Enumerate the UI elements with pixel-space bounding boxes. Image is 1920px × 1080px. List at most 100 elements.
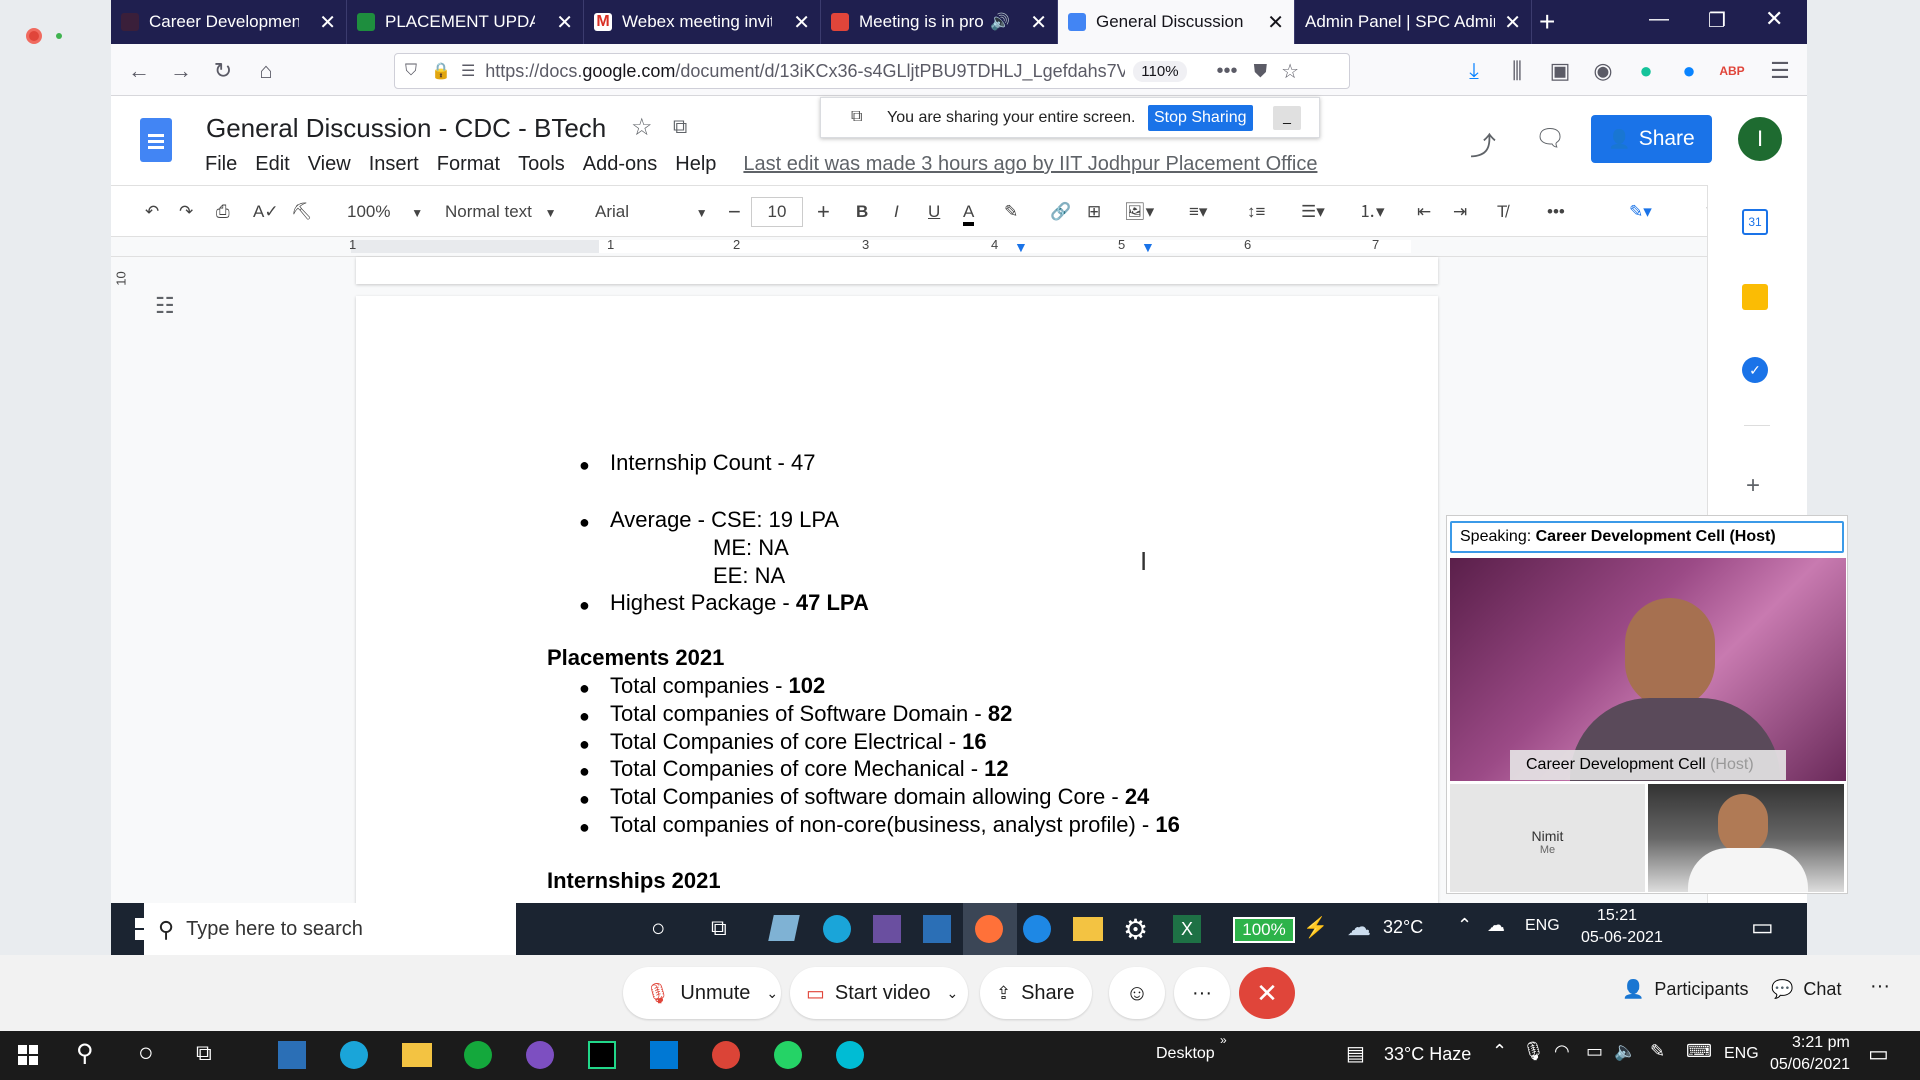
indent-marker-icon[interactable]: ▼ xyxy=(1014,239,1028,255)
host-video[interactable]: Career Development Cell (Host) xyxy=(1450,558,1846,781)
restore-button[interactable]: ❐ xyxy=(1708,8,1726,33)
news-icon[interactable]: ▤ xyxy=(1346,1041,1365,1066)
app-icon[interactable] xyxy=(768,915,800,941)
file-explorer-icon[interactable] xyxy=(402,1043,432,1067)
library-icon[interactable]: ⫼ xyxy=(1504,58,1530,84)
battery-indicator[interactable]: 100% xyxy=(1233,917,1295,943)
clock-time[interactable]: 3:21 pm xyxy=(1792,1034,1850,1052)
menu-tools[interactable]: Tools xyxy=(518,153,565,176)
downloads-icon[interactable]: ⤓ xyxy=(1461,58,1487,84)
github-icon[interactable] xyxy=(526,1041,554,1069)
document-page[interactable]: ● Internship Count - 47 ● Average - CSE:… xyxy=(356,296,1438,903)
chrome-icon[interactable] xyxy=(712,1041,740,1069)
back-icon[interactable]: ← xyxy=(126,58,152,84)
forward-icon[interactable]: → xyxy=(168,58,194,84)
battery-icon[interactable]: ▭ xyxy=(1586,1041,1603,1062)
menu-insert[interactable]: Insert xyxy=(369,153,419,176)
font-select[interactable]: Arial ▼ xyxy=(595,200,708,224)
language-indicator[interactable]: ENG xyxy=(1525,917,1560,935)
webex-taskbar-icon[interactable] xyxy=(836,1041,864,1069)
cortana-icon[interactable]: ○ xyxy=(138,1037,154,1068)
highlight-icon[interactable]: ✎ xyxy=(1004,200,1018,224)
font-size-input[interactable]: 10 xyxy=(751,197,803,227)
tab-placement-update[interactable]: PLACEMENT UPDATE ✕ xyxy=(347,0,584,44)
pycharm-icon[interactable] xyxy=(588,1041,616,1069)
pen-icon[interactable]: ✎ xyxy=(1650,1041,1665,1062)
undo-icon[interactable]: ↶ xyxy=(145,200,159,224)
clock-date[interactable]: 05/06/2021 xyxy=(1770,1056,1850,1074)
window-close-button[interactable]: ✕ xyxy=(1765,6,1783,32)
taskbar-search-box[interactable]: ⚲ Type here to search xyxy=(144,903,516,956)
tray-chevron-icon[interactable]: ⌃ xyxy=(1457,915,1472,936)
add-comment-icon[interactable]: ⊞ xyxy=(1087,200,1101,224)
self-video[interactable] xyxy=(1648,784,1844,892)
speaker-icon[interactable]: 🔊 xyxy=(990,12,1010,32)
document-title[interactable]: General Discussion - CDC - BTech xyxy=(206,113,606,144)
close-icon[interactable]: ✕ xyxy=(556,10,573,35)
bold-icon[interactable]: B xyxy=(856,200,868,224)
keep-icon[interactable] xyxy=(1742,284,1768,310)
menu-edit[interactable]: Edit xyxy=(255,153,289,176)
firefox-icon[interactable] xyxy=(975,915,1003,943)
desktop-toolbar-label[interactable]: Desktop xyxy=(1156,1045,1215,1063)
winrar-icon[interactable] xyxy=(873,915,901,943)
zoom-badge[interactable]: 110% xyxy=(1133,60,1187,82)
tab-general-discussion[interactable]: General Discussion - C ✕ xyxy=(1058,0,1295,44)
tab-webex-invitation[interactable]: M Webex meeting invitat ✕ xyxy=(584,0,821,44)
calendar-icon[interactable]: 31 xyxy=(1742,209,1768,235)
home-icon[interactable]: ⌂ xyxy=(253,58,279,84)
close-icon[interactable]: ✕ xyxy=(1267,10,1284,35)
reload-icon[interactable]: ↻ xyxy=(210,58,236,84)
decrease-indent-icon[interactable]: ⇤ xyxy=(1417,200,1431,224)
menu-file[interactable]: File xyxy=(205,153,237,176)
more-options-button[interactable]: ··· xyxy=(1174,967,1230,1019)
line-spacing-icon[interactable]: ↕≡ xyxy=(1247,200,1265,224)
chat-button[interactable]: 💬 Chat xyxy=(1771,979,1841,1000)
redo-icon[interactable]: ↷ xyxy=(179,200,193,224)
increase-indent-icon[interactable]: ⇥ xyxy=(1453,200,1467,224)
notification-icon[interactable]: ▭ xyxy=(1751,913,1774,942)
windows-start-icon[interactable] xyxy=(18,1045,38,1065)
stop-sharing-button[interactable]: Stop Sharing xyxy=(1148,105,1253,131)
tasks-icon[interactable]: ✓ xyxy=(1742,357,1768,383)
network-icon[interactable]: ☁ xyxy=(1487,915,1505,936)
edge-icon[interactable] xyxy=(340,1041,368,1069)
new-tab-button[interactable]: + xyxy=(1539,6,1555,38)
extension-icon[interactable]: ● xyxy=(1676,58,1702,84)
end-call-button[interactable]: ✕ xyxy=(1239,967,1295,1019)
url-bar[interactable]: ⛉ 🔒 ☰ https://docs.google.com/document/d… xyxy=(394,53,1350,89)
move-folder-icon[interactable]: ⧉ xyxy=(673,116,687,139)
close-icon[interactable]: ✕ xyxy=(1504,10,1521,35)
whatsapp-icon[interactable] xyxy=(774,1041,802,1069)
font-size-decrease[interactable]: − xyxy=(728,200,741,224)
cortana-icon[interactable]: ○ xyxy=(651,915,666,943)
document-outline-icon[interactable]: ☷ xyxy=(155,293,175,319)
docs-logo-icon[interactable] xyxy=(140,118,172,162)
link-icon[interactable]: 🔗 xyxy=(1050,200,1071,224)
store-icon[interactable] xyxy=(278,1041,306,1069)
tab-marker-icon[interactable]: ▼ xyxy=(1141,239,1155,255)
language-indicator[interactable]: ENG xyxy=(1724,1045,1759,1063)
print-icon[interactable]: ⎙ xyxy=(216,200,230,224)
more-icon[interactable]: ··· xyxy=(1870,975,1890,998)
last-edit-link[interactable]: Last edit was made 3 hours ago by IIT Jo… xyxy=(743,153,1317,176)
close-icon[interactable]: ✕ xyxy=(793,10,810,35)
weather-temp[interactable]: 32°C xyxy=(1383,917,1423,938)
insert-image-icon[interactable]: 🖼▾ xyxy=(1124,200,1154,224)
avatar[interactable]: I xyxy=(1738,117,1782,161)
underline-icon[interactable]: U xyxy=(928,200,940,224)
toolbar-expand-icon[interactable]: » xyxy=(1220,1033,1227,1047)
font-size-increase[interactable]: + xyxy=(817,200,830,224)
volume-icon[interactable]: 🔈 xyxy=(1614,1041,1636,1062)
bulleted-list-icon[interactable]: ☰▾ xyxy=(1301,200,1325,224)
task-view-icon[interactable]: ⧉ xyxy=(196,1040,212,1066)
chevron-down-icon[interactable]: ⌄ xyxy=(766,985,778,1002)
minimize-banner-button[interactable]: _ xyxy=(1273,106,1301,130)
style-select[interactable]: Normal text ▼ xyxy=(445,200,557,224)
weather-widget[interactable]: 33°C Haze xyxy=(1384,1044,1471,1065)
task-view-icon[interactable]: ⧉ xyxy=(711,915,727,941)
adblock-icon[interactable]: ABP xyxy=(1719,58,1745,84)
account-icon[interactable]: ◉ xyxy=(1590,58,1616,84)
reactions-button[interactable]: ☺ xyxy=(1109,967,1165,1019)
vscode-icon[interactable] xyxy=(650,1041,678,1069)
